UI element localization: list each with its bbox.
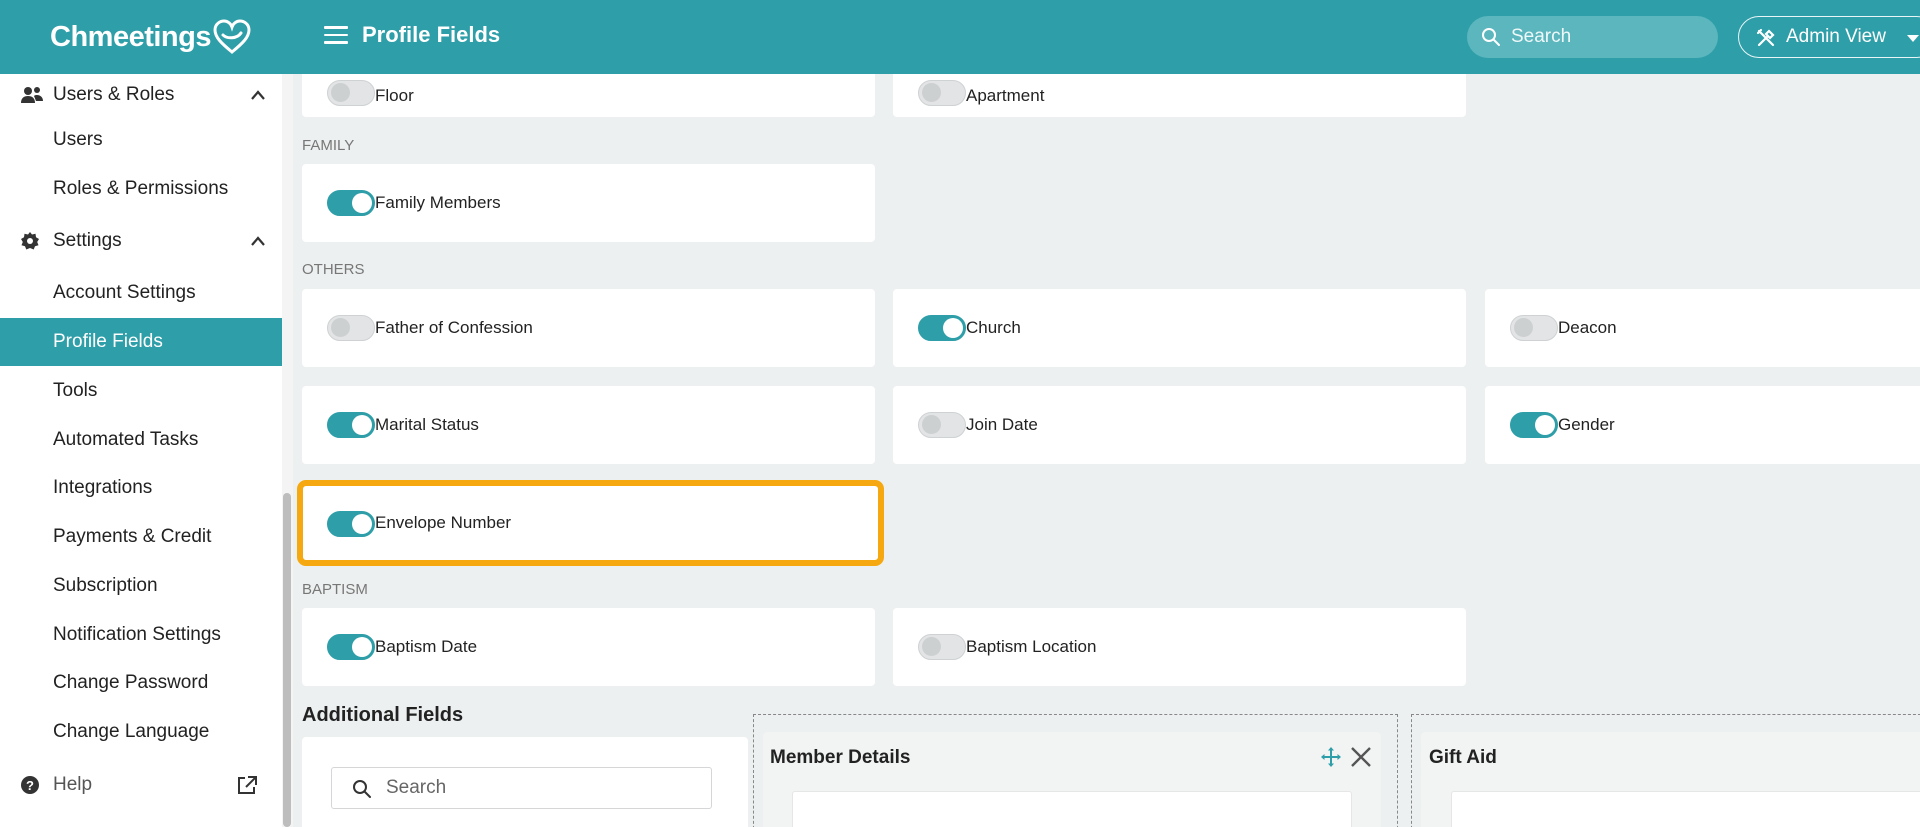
field-card-family-members: Family Members [302, 164, 875, 242]
admin-view-dropdown[interactable]: Admin View [1738, 16, 1920, 58]
field-label: Marital Status [375, 415, 479, 434]
sidebar-item-payments-credit[interactable]: Payments & Credit [0, 513, 282, 561]
field-card-baptism-date: Baptism Date [302, 608, 875, 686]
admin-view-label: Admin View [1786, 26, 1886, 47]
sidebar-item-account-settings[interactable]: Account Settings [0, 269, 282, 317]
sidebar-section-label: Users & Roles [53, 84, 175, 105]
hamburger-menu-icon[interactable] [324, 26, 348, 46]
search-placeholder: Search [386, 777, 447, 798]
section-label-baptism: BAPTISM [302, 581, 368, 598]
field-label: Floor [375, 85, 414, 105]
page-title: Profile Fields [362, 22, 501, 47]
field-card-apartment: Apartment [893, 74, 1466, 117]
field-card-floor: Floor [302, 74, 875, 117]
toggle-floor[interactable] [327, 80, 375, 106]
close-icon[interactable] [1349, 745, 1373, 769]
field-label: Envelope Number [375, 513, 512, 532]
toggle-deacon[interactable] [1510, 315, 1558, 341]
field-card-join-date: Join Date [893, 386, 1466, 464]
help-icon: ? [21, 776, 39, 794]
sidebar-section-settings[interactable]: Settings [0, 220, 282, 262]
header-search-placeholder: Search [1511, 26, 1572, 47]
additional-fields-search-panel: Search [302, 737, 748, 827]
field-label: Gender [1558, 415, 1615, 434]
sidebar: Users & Roles Users Roles & Permissions … [0, 74, 282, 827]
sidebar-item-users[interactable]: Users [0, 116, 282, 164]
chevron-up-icon[interactable] [250, 89, 266, 101]
toggle-marital-status[interactable] [327, 412, 375, 438]
logo-text: Chmeetings [50, 20, 211, 53]
sidebar-item-notification-settings[interactable]: Notification Settings [0, 611, 282, 659]
field-card-envelope-number: Envelope Number [297, 480, 884, 566]
top-bar: Chmeetings Profile Fields Search Admin V… [0, 0, 1920, 74]
field-card-father-of-confession: Father of Confession [302, 289, 875, 367]
move-icon[interactable] [1320, 746, 1342, 768]
additional-fields-search-input[interactable]: Search [331, 767, 712, 809]
gift-aid-field-slot [1451, 791, 1920, 827]
sidebar-item-subscription[interactable]: Subscription [0, 562, 282, 610]
field-label: Apartment [966, 85, 1045, 105]
additional-fields-title: Additional Fields [302, 704, 464, 726]
caret-down-icon [1907, 35, 1919, 42]
field-label: Family Members [375, 193, 501, 212]
help-label: Help [53, 774, 93, 795]
sidebar-item-integrations[interactable]: Integrations [0, 464, 282, 512]
sidebar-section-label: Settings [53, 230, 122, 251]
sidebar-item-change-password[interactable]: Change Password [0, 659, 282, 707]
sidebar-item-change-language[interactable]: Change Language [0, 708, 282, 756]
tools-icon [1756, 28, 1775, 47]
field-card-deacon: Deacon [1485, 289, 1920, 367]
field-card-church: Church [893, 289, 1466, 367]
toggle-family-members[interactable] [327, 190, 375, 216]
toggle-baptism-location[interactable] [918, 634, 966, 660]
toggle-envelope-number[interactable] [327, 511, 375, 537]
sidebar-item-tools[interactable]: Tools [0, 367, 282, 415]
chevron-up-icon[interactable] [250, 235, 266, 247]
toggle-church[interactable] [918, 315, 966, 341]
search-icon [353, 780, 371, 798]
toggle-baptism-date[interactable] [327, 634, 375, 660]
logo-heart-icon [213, 19, 251, 54]
field-card-marital-status: Marital Status [302, 386, 875, 464]
toggle-join-date[interactable] [918, 412, 966, 438]
toggle-father-of-confession[interactable] [327, 315, 375, 341]
group-panel-gift-aid: Gift Aid [1421, 732, 1920, 827]
field-card-gender: Gender [1485, 386, 1920, 464]
chmeetings-logo[interactable]: Chmeetings [50, 16, 251, 58]
sidebar-section-users-roles[interactable]: Users & Roles [0, 74, 282, 116]
svg-text:?: ? [26, 778, 34, 793]
main-content: Floor Apartment FAMILY Family Members OT… [293, 74, 1920, 827]
field-label: Baptism Date [375, 637, 478, 656]
section-label-others: OTHERS [302, 261, 365, 278]
field-label: Deacon [1558, 318, 1617, 337]
field-card-baptism-location: Baptism Location [893, 608, 1466, 686]
section-label-family: FAMILY [302, 137, 355, 154]
field-label: Church [966, 318, 1021, 337]
header-search-input[interactable]: Search [1467, 16, 1718, 58]
external-link-icon[interactable] [236, 775, 258, 795]
group-title-member-details: Member Details [770, 747, 911, 768]
gear-icon [21, 232, 39, 250]
sidebar-item-roles-permissions[interactable]: Roles & Permissions [0, 165, 282, 213]
toggle-apartment[interactable] [918, 80, 966, 106]
member-details-field-slot [792, 791, 1352, 827]
field-label: Baptism Location [966, 637, 1097, 656]
sidebar-item-profile-fields[interactable]: Profile Fields [0, 318, 282, 366]
toggle-gender[interactable] [1510, 412, 1558, 438]
sidebar-item-automated-tasks[interactable]: Automated Tasks [0, 416, 282, 464]
search-icon [1482, 28, 1500, 46]
users-icon [21, 87, 43, 103]
group-panel-member-details: Member Details [763, 732, 1381, 827]
field-label: Join Date [966, 415, 1038, 434]
group-title-gift-aid: Gift Aid [1429, 747, 1497, 768]
sidebar-scrollbar-thumb[interactable] [283, 493, 291, 827]
field-label: Father of Confession [375, 318, 533, 337]
sidebar-help-link[interactable]: ? Help [0, 764, 282, 806]
